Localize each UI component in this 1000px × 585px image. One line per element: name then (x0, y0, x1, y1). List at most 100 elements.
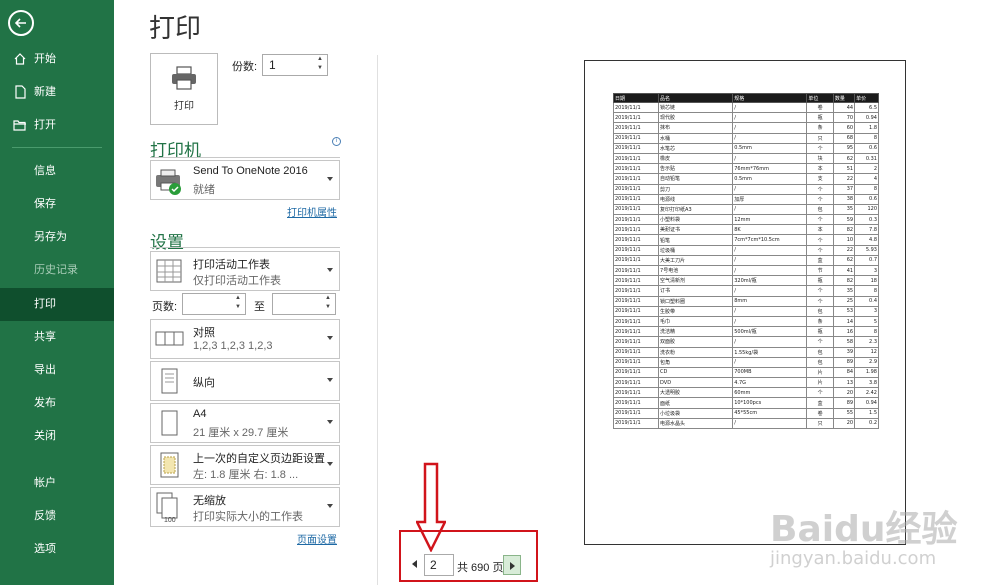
preview-table-cell: 41 (832, 264, 856, 277)
printer-dropdown[interactable]: Send To OneNote 2016 就绪 (150, 160, 340, 200)
sidebar-item-publish[interactable]: 发布 (0, 387, 114, 420)
orientation-dropdown[interactable]: 纵向 (150, 361, 340, 401)
preview-table-cell: 订书 (658, 285, 734, 297)
preview-table-cell: DVD (658, 377, 734, 389)
preview-table-cell: 2019/11/1 (612, 356, 660, 368)
sidebar-item-feedback[interactable]: 反馈 (0, 500, 114, 533)
spin-up-icon[interactable]: ▲ (325, 295, 333, 301)
previous-page-icon[interactable] (412, 560, 417, 568)
copies-input[interactable]: 1 ▲ ▼ (262, 54, 328, 76)
preview-table-cell: 只 (806, 417, 834, 430)
preview-table-cell: 0.94 (854, 112, 879, 124)
preview-table-cell: 18 (854, 275, 879, 287)
spin-down-icon[interactable]: ▼ (317, 65, 325, 71)
preview-table-cell: 95 (832, 142, 856, 154)
scaling-dropdown[interactable]: 100 无缩放 打印实际大小的工作表 (150, 487, 340, 527)
spin-up-icon[interactable]: ▲ (235, 295, 243, 301)
preview-table-cell: 包 (806, 346, 834, 358)
preview-table-row: 2019/11/1 洗洁精 500ml/瓶瓶 16 8 (612, 326, 879, 338)
chevron-down-icon (327, 378, 333, 382)
preview-table-cell: 自动铅笔 (658, 173, 734, 185)
preview-table-row: 2019/11/1 大美工刀片 / 盒 62 0.7 (612, 254, 879, 267)
sidebar-item-home[interactable]: 开始 (0, 43, 114, 76)
preview-table-cell: 82 (832, 224, 856, 236)
spin-down-icon[interactable]: ▼ (325, 304, 333, 310)
preview-table-cell: 2019/11/1 (612, 275, 660, 287)
sidebar-item-history[interactable]: 历史记录 (0, 254, 114, 287)
preview-table-row: 2019/11/1 告示贴 76mm*76mm 本 51 2 (612, 163, 879, 175)
preview-table-cell: 瓶 (806, 112, 834, 124)
preview-table-cell: 节 (806, 264, 834, 277)
preview-table-cell: 6.5 (854, 101, 879, 114)
preview-header-cell: 单位 (806, 93, 834, 103)
preview-table-cell: 45*55cm (732, 407, 808, 419)
preview-table-cell: 14 (832, 315, 856, 328)
sidebar-item-options[interactable]: 选项 (0, 533, 114, 566)
next-page-button[interactable] (503, 555, 521, 575)
collate-dropdown[interactable]: 对照 1,2,3 1,2,3 1,2,3 (150, 319, 340, 359)
preview-table-cell: 51 (832, 163, 856, 175)
svg-text:100: 100 (164, 517, 176, 524)
sidebar-item-export[interactable]: 导出 (0, 354, 114, 387)
preview-table-cell: 2019/11/1 (612, 285, 660, 297)
preview-table-cell: 2019/11/1 (612, 295, 660, 307)
sidebar-item-share[interactable]: 共享 (0, 321, 114, 354)
preview-body: 2019/11/1 锁芯链 / 卷 44 6.5 2019/11/1 现代胶 / 瓶 70 0.94 2… (612, 101, 879, 430)
preview-table-cell: 20 (832, 387, 856, 399)
current-page-value: 2 (430, 558, 437, 572)
preview-table-cell: 2019/11/1 (612, 407, 660, 419)
print-what-dropdown[interactable]: 打印活动工作表 仅打印活动工作表 (150, 251, 340, 291)
sidebar-item-save-as[interactable]: 另存为 (0, 221, 114, 254)
preview-table-cell: 2019/11/1 (612, 264, 660, 277)
sidebar-item-new[interactable]: 新建 (0, 76, 114, 109)
chevron-down-icon (327, 268, 333, 272)
sidebar-item-account[interactable]: 帐户 (0, 467, 114, 500)
preview-table-cell: 4.8 (854, 234, 879, 246)
preview-header-cell: 规格 (732, 93, 808, 103)
page-title: 打印 (149, 13, 202, 43)
preview-table-row: 2019/11/1 小塑料袋 12mm 个 59 0.3 (612, 214, 879, 226)
preview-table-cell: 0.2 (854, 417, 879, 430)
preview-table-row: 2019/11/1 7号电池 / 节 41 3 (612, 264, 879, 277)
preview-table-row: 2019/11/1 锁芯链 / 卷 44 6.5 (612, 101, 879, 114)
spin-up-icon[interactable]: ▲ (317, 56, 325, 62)
margins-dropdown[interactable]: 上一次的自定义页边距设置 左: 1.8 厘米 右: 1.8 ... (150, 445, 340, 485)
preview-table-cell: 小塑料袋 (658, 214, 734, 226)
preview-table-cell: 毛巾 (658, 315, 734, 328)
copies-value: 1 (269, 58, 276, 72)
printer-properties-link[interactable]: 打印机属性 (287, 204, 337, 219)
page-setup-link[interactable]: 页面设置 (297, 531, 337, 546)
preview-table-cell: 60 (832, 122, 856, 134)
sidebar-item-info[interactable]: 信息 (0, 155, 114, 188)
sidebar-item-open[interactable]: 打开 (0, 109, 114, 142)
preview-table-cell: 4.7G (732, 377, 808, 389)
current-page-input[interactable]: 2 (424, 554, 454, 576)
print-button[interactable]: 打印 (150, 53, 218, 125)
preview-table-cell: 2019/11/1 (612, 101, 660, 114)
preview-table-cell: 水桶 (658, 132, 734, 144)
info-icon[interactable]: i (332, 137, 341, 146)
preview-table-cell: 16 (832, 326, 856, 338)
no-scaling-icon: 100 (156, 492, 178, 524)
printer-header-rule (150, 157, 340, 158)
open-folder-icon (13, 120, 26, 131)
preview-table-cell: 0.4 (854, 295, 879, 307)
sidebar-item-label: 发布 (34, 397, 56, 409)
sidebar-item-print[interactable]: 打印 (0, 288, 114, 321)
sidebar-item-save[interactable]: 保存 (0, 188, 114, 221)
pages-from-input[interactable]: ▲ ▼ (182, 293, 246, 315)
preview-table-cell: / (732, 152, 808, 165)
pages-to-input[interactable]: ▲ ▼ (272, 293, 336, 315)
preview-table-cell: 个 (806, 387, 834, 399)
preview-table-cell: 锁芯链 (658, 101, 734, 114)
preview-table-cell: 35 (832, 203, 856, 216)
back-arrow-icon[interactable] (8, 10, 34, 36)
preview-table-cell: 10*100pcs (732, 397, 808, 409)
spin-down-icon[interactable]: ▼ (235, 304, 243, 310)
preview-table-row: 2019/11/1 锁口塑料圈 8mm 个 25 0.4 (612, 295, 879, 307)
preview-table-cell: 12mm (732, 214, 808, 226)
sidebar-item-close[interactable]: 关闭 (0, 420, 114, 453)
preview-table-cell: 320ml/瓶 (732, 275, 808, 287)
paper-size-dropdown[interactable]: A4 21 厘米 x 29.7 厘米 (150, 403, 340, 443)
preview-table-cell: 支 (806, 173, 834, 185)
